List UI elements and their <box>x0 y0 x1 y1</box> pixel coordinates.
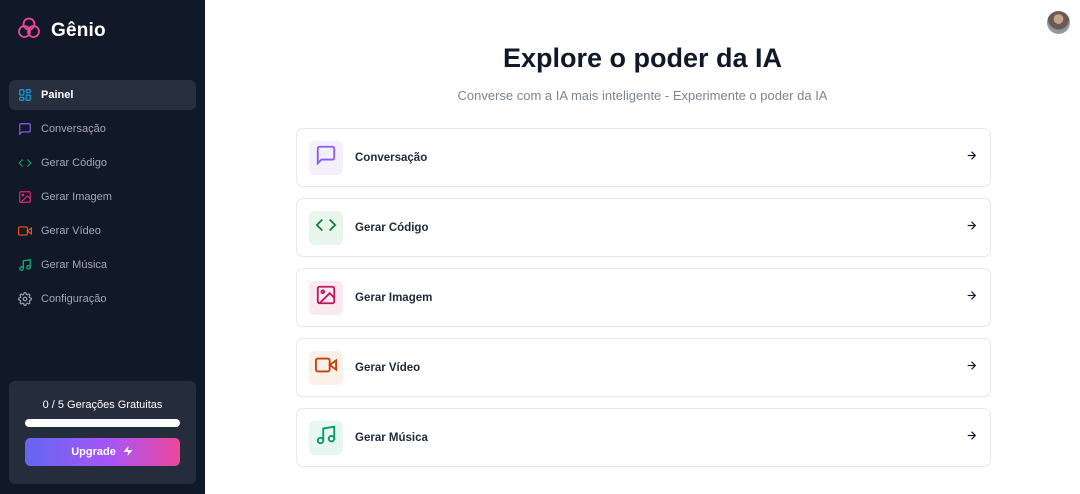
page-subtitle: Converse com a IA mais inteligente - Exp… <box>457 88 828 103</box>
sidebar-item-gerar-imagem[interactable]: Gerar Imagem <box>9 182 196 212</box>
free-generations-count: 0 / 5 Gerações Gratuitas <box>42 399 163 411</box>
tool-card-gerar-musica[interactable]: Gerar Música <box>296 408 991 467</box>
sidebar-item-label: Gerar Imagem <box>41 191 112 203</box>
zap-icon <box>116 445 134 460</box>
user-avatar[interactable] <box>1047 11 1070 34</box>
code-icon <box>315 214 337 241</box>
code-icon <box>18 156 32 170</box>
brand-name: Gênio <box>51 19 106 41</box>
card-icon-container <box>309 140 343 175</box>
sidebar-item-label: Configuração <box>41 293 107 305</box>
page-title: Explore o poder da IA <box>502 43 783 73</box>
tool-card-gerar-imagem[interactable]: Gerar Imagem <box>296 268 991 327</box>
sidebar-nav: Painel Conversação Gerar Código Gerar Im… <box>9 80 196 318</box>
sidebar-item-label: Conversação <box>41 123 106 135</box>
card-icon-container <box>309 420 343 455</box>
card-icon-container <box>309 280 343 315</box>
arrow-right-icon <box>965 219 978 237</box>
tools-list: Conversação Gerar Código Gerar Imagem Ge… <box>296 128 991 478</box>
sidebar-item-configuracao[interactable]: Configuração <box>9 284 196 314</box>
tool-card-gerar-video[interactable]: Gerar Vídeo <box>296 338 991 397</box>
sidebar-item-gerar-video[interactable]: Gerar Vídeo <box>9 216 196 246</box>
sidebar-item-gerar-codigo[interactable]: Gerar Código <box>9 148 196 178</box>
main-content: Explore o poder da IA Converse com a IA … <box>205 0 1080 494</box>
arrow-right-icon <box>965 149 978 167</box>
sidebar-item-label: Gerar Código <box>41 157 108 169</box>
video-icon <box>315 354 337 381</box>
arrow-right-icon <box>965 429 978 447</box>
upgrade-button[interactable]: Upgrade <box>25 438 180 466</box>
arrow-right-icon <box>965 289 978 307</box>
gear-icon <box>18 292 32 306</box>
brand[interactable]: Gênio <box>17 16 106 45</box>
logo-icon <box>17 16 41 45</box>
sidebar-item-conversacao[interactable]: Conversação <box>9 114 196 144</box>
sidebar-item-label: Painel <box>41 89 74 101</box>
card-icon-container <box>309 210 343 245</box>
tool-card-conversacao[interactable]: Conversação <box>296 128 991 187</box>
image-icon <box>18 190 32 204</box>
sidebar-item-painel[interactable]: Painel <box>9 80 196 110</box>
grid-icon <box>18 88 32 102</box>
upgrade-label: Upgrade <box>71 446 116 458</box>
card-icon-container <box>309 350 343 385</box>
music-icon <box>18 258 32 272</box>
card-label: Gerar Imagem <box>355 291 433 304</box>
card-label: Conversação <box>355 151 428 164</box>
image-icon <box>315 284 337 311</box>
sidebar-item-gerar-musica[interactable]: Gerar Música <box>9 250 196 280</box>
tool-card-gerar-codigo[interactable]: Gerar Código <box>296 198 991 257</box>
message-icon <box>315 144 337 171</box>
card-label: Gerar Música <box>355 431 428 444</box>
free-generations-panel: 0 / 5 Gerações Gratuitas Upgrade <box>9 381 196 484</box>
arrow-right-icon <box>965 359 978 377</box>
card-label: Gerar Vídeo <box>355 361 421 374</box>
message-icon <box>18 122 32 136</box>
free-generations-progress <box>25 419 180 427</box>
sidebar-item-label: Gerar Música <box>41 259 108 271</box>
music-icon <box>315 424 337 451</box>
video-icon <box>18 224 32 238</box>
sidebar-item-label: Gerar Vídeo <box>41 225 101 237</box>
sidebar: Gênio Painel Conversação Gerar Código Ge… <box>0 0 205 494</box>
card-label: Gerar Código <box>355 221 429 234</box>
